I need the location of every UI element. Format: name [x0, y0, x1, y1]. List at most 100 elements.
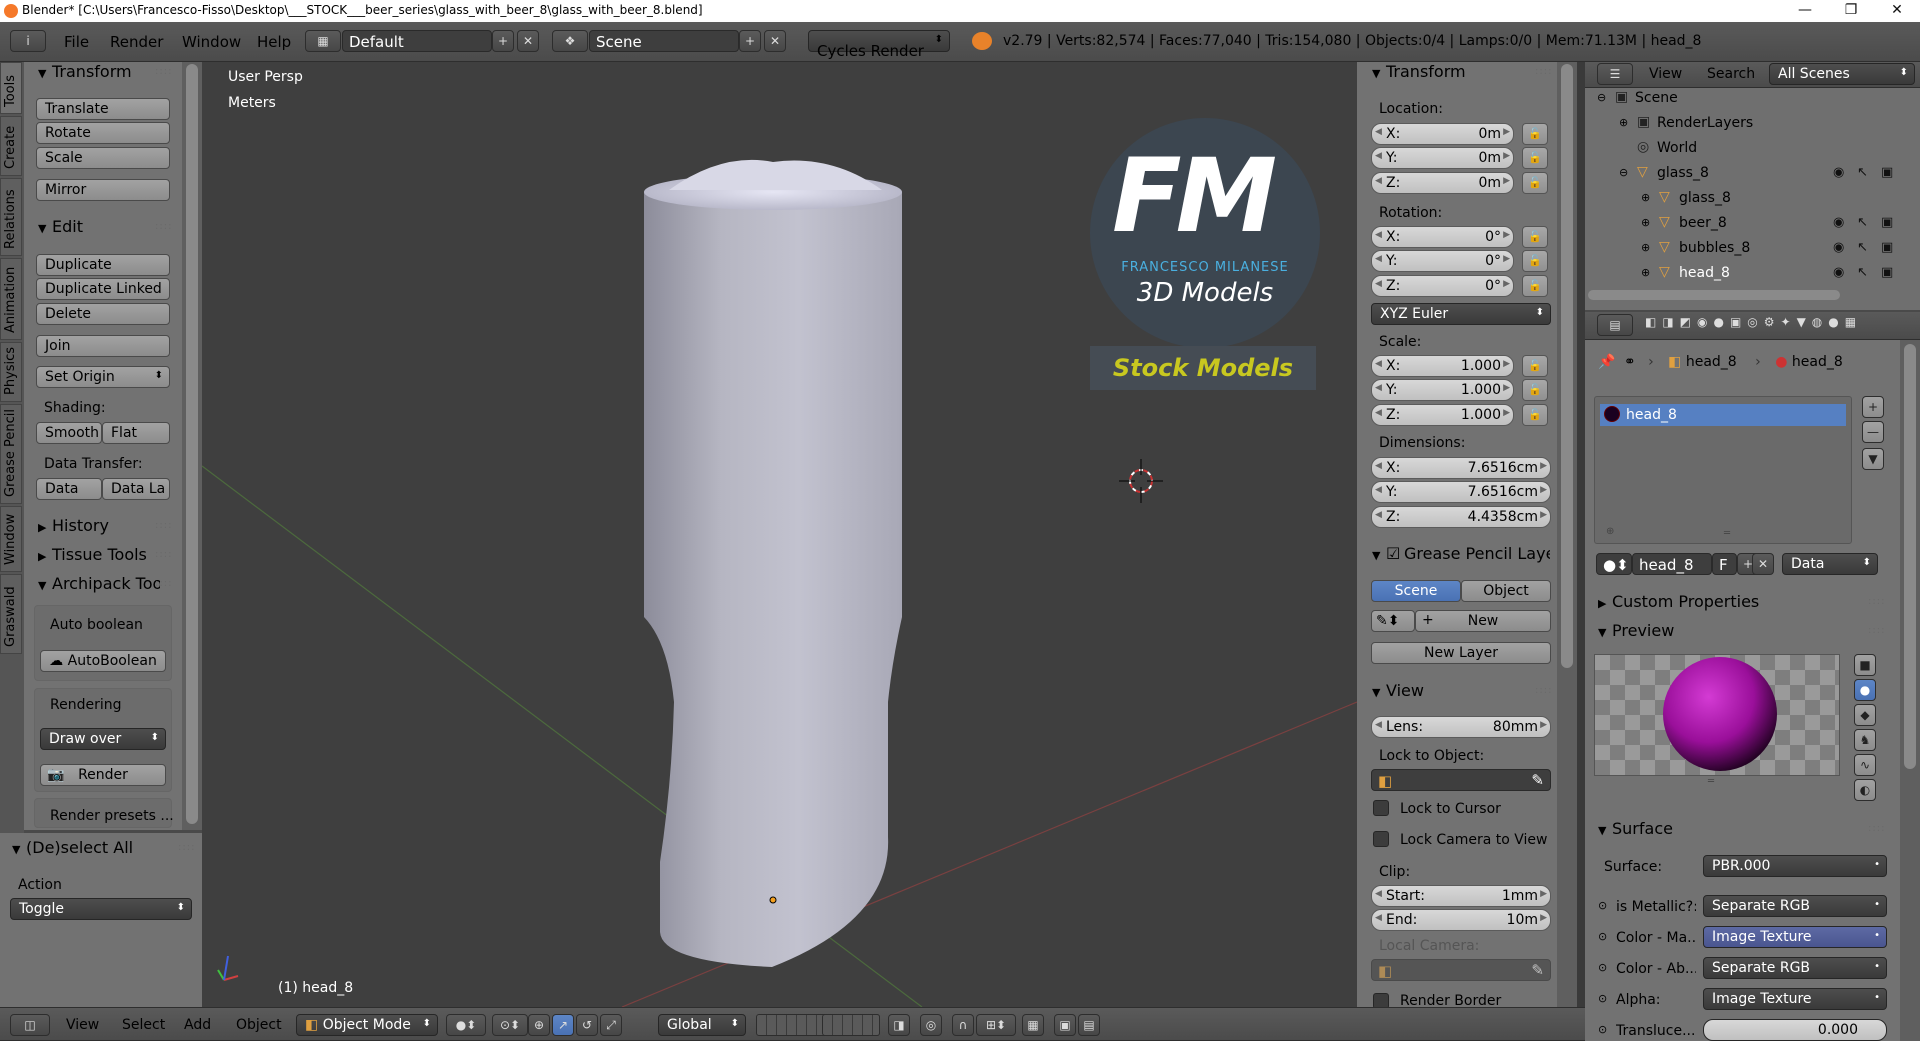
scene-icon[interactable]: ❖: [552, 30, 588, 52]
preview-sphere-icon[interactable]: ●: [1854, 679, 1876, 701]
draw-over-dropdown[interactable]: Draw over ⬍: [40, 728, 166, 750]
duplicate-button[interactable]: Duplicate: [36, 254, 170, 276]
eye-icon[interactable]: ◉: [1833, 165, 1844, 180]
rotation-mode-dropdown[interactable]: XYZ Euler ⬍: [1371, 303, 1551, 325]
add-layout-icon[interactable]: +: [492, 30, 514, 52]
render-engine-dropdown[interactable]: Cycles Render ⬍: [808, 30, 950, 60]
info-editor-icon[interactable]: i: [10, 30, 46, 52]
editor-type-icon[interactable]: ◫: [10, 1014, 50, 1036]
expand-toggle-icon[interactable]: ⊖: [1619, 166, 1628, 179]
scale-x-field[interactable]: ◀ X: 1.000 ▶: [1371, 355, 1514, 377]
smooth-button[interactable]: Smooth: [36, 422, 102, 444]
outliner-row[interactable]: ⊕ ▽ bubbles_8 ◉ ↖ ▣: [1585, 239, 1905, 259]
clip-end-field[interactable]: ◀ End: 10m ▶: [1371, 909, 1551, 931]
lock-icon[interactable]: 🔓: [1522, 275, 1548, 297]
tab-physics[interactable]: Physics: [0, 342, 22, 402]
preview-grip-icon[interactable]: ═: [1708, 776, 1714, 787]
scale-z-field[interactable]: ◀ Z: 1.000 ▶: [1371, 404, 1514, 426]
remove-layout-icon[interactable]: ✕: [517, 30, 539, 52]
action-dropdown[interactable]: Toggle ⬍: [10, 898, 192, 920]
add-scene-icon[interactable]: +: [739, 30, 761, 52]
rotation-y-field[interactable]: ◀ Y: 0° ▶: [1371, 250, 1514, 272]
gp-pencil-icon[interactable]: ✎⬍: [1371, 610, 1415, 632]
lock-camera-checkbox[interactable]: [1373, 831, 1389, 847]
expand-toggle-icon[interactable]: ⊕: [1641, 241, 1650, 254]
mirror-button[interactable]: Mirror: [36, 179, 170, 201]
outliner-row[interactable]: ⊕ ▽ head_8 ◉ ↖ ▣: [1585, 264, 1905, 284]
auto-boolean-button[interactable]: ☁ AutoBoolean: [40, 650, 166, 672]
expand-toggle-icon[interactable]: ⊕: [1641, 216, 1650, 229]
outliner-search-menu[interactable]: Search: [1707, 66, 1755, 82]
lock-icon[interactable]: 🔓: [1522, 250, 1548, 272]
rotate-manipulator-icon[interactable]: ↺: [576, 1014, 598, 1036]
gp-new-layer-button[interactable]: New Layer: [1371, 642, 1551, 664]
transform-orientation-dropdown[interactable]: Global ⬍: [658, 1014, 746, 1036]
eye-icon[interactable]: ◉: [1833, 215, 1844, 230]
socket-expand-icon[interactable]: ⊙: [1598, 1023, 1607, 1036]
panel-grip-icon[interactable]: ::::: [155, 520, 172, 531]
panel-grip-icon[interactable]: ::::: [1868, 596, 1885, 607]
socket-expand-icon[interactable]: ⊙: [1598, 992, 1607, 1005]
tab-animation[interactable]: Animation: [0, 258, 22, 340]
screen-layout-field[interactable]: Default: [342, 30, 492, 52]
tab-relations[interactable]: Relations: [0, 178, 22, 256]
grease-pencil-panel-header[interactable]: ▼ ☑ Grease Pencil Layer: [1372, 544, 1550, 563]
panel-grip-icon[interactable]: ::::: [155, 549, 172, 560]
object-menu[interactable]: Object: [236, 1017, 282, 1033]
snap-element-icon[interactable]: ⊞⬍: [976, 1014, 1016, 1036]
duplicate-linked-button[interactable]: Duplicate Linked: [36, 278, 170, 300]
translate-manipulator-icon[interactable]: ↗: [552, 1014, 574, 1036]
outliner-row[interactable]: ⊕ ▽ glass_8: [1585, 189, 1905, 209]
expand-toggle-icon[interactable]: ⊕: [1641, 191, 1650, 204]
outliner-h-scrollbar[interactable]: [1588, 290, 1840, 300]
surface-input-link-dropdown[interactable]: 0.000: [1703, 1019, 1887, 1041]
lock-icon[interactable]: 🔓: [1522, 355, 1548, 377]
properties-scrollbar[interactable]: [1904, 344, 1916, 769]
preview-monkey-icon[interactable]: ♞: [1854, 729, 1876, 751]
join-button[interactable]: Join: [36, 335, 170, 357]
lock-icon[interactable]: 🔓: [1522, 226, 1548, 248]
material-name-field[interactable]: head_8: [1632, 553, 1712, 575]
gp-object-button[interactable]: Object: [1461, 580, 1551, 602]
edit-panel-header[interactable]: ▼ Edit: [38, 217, 83, 236]
preview-hair-icon[interactable]: ∿: [1854, 754, 1876, 776]
panel-grip-icon[interactable]: ::::: [155, 66, 172, 77]
surface-input-link-dropdown[interactable]: Separate RGB •: [1703, 895, 1887, 917]
snap-target-icon[interactable]: ▦: [1022, 1014, 1044, 1036]
resize-icon[interactable]: ⊕: [1606, 526, 1614, 537]
menu-render[interactable]: Render: [110, 33, 163, 51]
maximize-icon[interactable]: ❐: [1828, 0, 1874, 22]
material-slot-item[interactable]: head_8: [1600, 404, 1846, 426]
set-origin-dropdown[interactable]: Set Origin ⬍: [36, 366, 170, 388]
tool-shelf-scrollbar[interactable]: [186, 64, 198, 824]
panel-grip-icon[interactable]: ::::: [1535, 66, 1552, 77]
tab-graswald[interactable]: Graswald: [0, 574, 22, 654]
preview-cube-icon[interactable]: ◆: [1854, 704, 1876, 726]
location-x-field[interactable]: ◀ X: 0m ▶: [1371, 123, 1514, 145]
n-panel-scrollbar[interactable]: [1561, 64, 1573, 668]
3d-viewport[interactable]: User Persp Meters (1) head_8 FM FRANCESC…: [202, 62, 1357, 1007]
flat-button[interactable]: Flat: [102, 422, 170, 444]
surface-input-link-dropdown[interactable]: Image Texture •: [1703, 926, 1887, 948]
gp-scene-button[interactable]: Scene: [1371, 580, 1461, 602]
panel-grip-icon[interactable]: ::::: [1868, 823, 1885, 834]
properties-tab-icons[interactable]: ◧◨◩◉●▣◎⚙✦▼◍●▦: [1645, 315, 1917, 337]
list-grip-icon[interactable]: ═: [1724, 528, 1730, 539]
scale-y-field[interactable]: ◀ Y: 1.000 ▶: [1371, 379, 1514, 401]
tissue-tools-panel-header[interactable]: ▶ Tissue Tools: [38, 545, 147, 564]
outliner-editor-icon[interactable]: ☰: [1597, 63, 1633, 85]
delete-button[interactable]: Delete: [36, 303, 170, 325]
proportional-edit-icon[interactable]: ◎: [920, 1014, 942, 1036]
render-visibility-icon[interactable]: ▣: [1881, 240, 1893, 255]
rotation-x-field[interactable]: ◀ X: 0° ▶: [1371, 226, 1514, 248]
panel-grip-icon[interactable]: ::::: [1535, 685, 1552, 696]
data-layers-button[interactable]: Data La: [102, 478, 170, 500]
location-z-field[interactable]: ◀ Z: 0m ▶: [1371, 172, 1514, 194]
outliner-view-menu[interactable]: View: [1649, 66, 1682, 82]
material-browse-icon[interactable]: ●⬍: [1596, 553, 1632, 575]
snap-toggle-icon[interactable]: ∩: [952, 1014, 974, 1036]
screen-layout-icon[interactable]: ▦: [305, 30, 341, 52]
lock-icon[interactable]: 🔓: [1522, 404, 1548, 426]
expand-toggle-icon[interactable]: ⊖: [1597, 91, 1606, 104]
render-visibility-icon[interactable]: ▣: [1881, 215, 1893, 230]
